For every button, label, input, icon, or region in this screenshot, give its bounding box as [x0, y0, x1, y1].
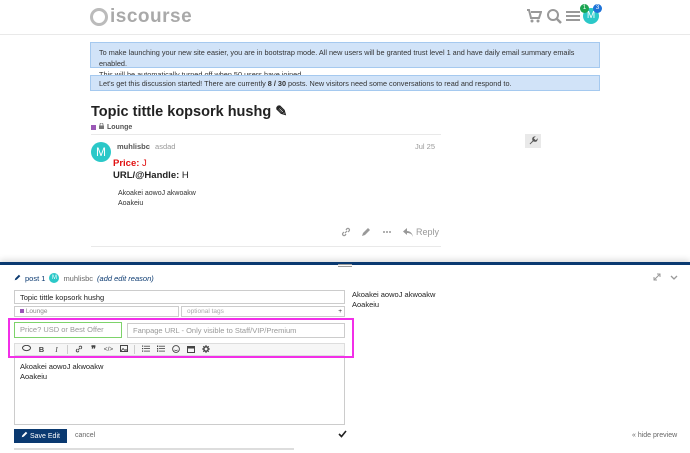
link-icon[interactable]	[341, 227, 351, 239]
cancel-link[interactable]: cancel	[75, 432, 95, 439]
post-price: Price: J	[113, 158, 147, 169]
cart-icon[interactable]	[525, 8, 543, 26]
post-ref-link[interactable]: post 1	[25, 274, 45, 283]
hamburger-icon[interactable]	[564, 8, 582, 26]
composer-resize-grip[interactable]	[338, 264, 352, 267]
logo-mark-icon	[90, 8, 108, 26]
collapse-chevron-icon[interactable]	[670, 273, 678, 283]
post-author[interactable]: muhlisbc asdad	[117, 142, 175, 151]
add-edit-reason-link[interactable]: (add edit reason)	[97, 274, 154, 283]
discussion-banner: Let's get this discussion started! There…	[90, 75, 600, 91]
checkmark-icon	[338, 430, 347, 440]
composer-window-controls	[653, 273, 678, 283]
site-logo[interactable]: iscourse	[90, 6, 192, 28]
title-input[interactable]: Topic tittle kopsork hushg	[14, 290, 345, 304]
wrench-icon[interactable]	[525, 134, 541, 148]
mini-avatar: M	[49, 273, 60, 283]
lock-icon	[99, 122, 104, 131]
category-swatch	[20, 309, 24, 313]
topic-category[interactable]: Lounge	[91, 122, 132, 131]
editor-textarea[interactable]: Akoakei aowoJ akwoakw Aoakeiu	[14, 357, 345, 425]
reply-arrow-icon	[403, 227, 413, 237]
fullscreen-icon[interactable]	[653, 273, 664, 283]
search-icon[interactable]	[545, 8, 563, 26]
save-edit-button[interactable]: Save Edit	[14, 429, 67, 443]
post-divider	[91, 134, 441, 135]
edit-icon[interactable]	[361, 227, 371, 239]
bootstrap-banner: To make launching your new site easier, …	[90, 42, 600, 79]
pencil-icon	[21, 431, 30, 440]
post-date[interactable]: Jul 25	[415, 142, 435, 151]
pencil-icon	[14, 274, 21, 283]
highlight-annotation-box	[8, 318, 354, 358]
category-color-swatch	[91, 124, 96, 130]
more-icon[interactable]	[382, 227, 392, 239]
hide-preview-link[interactable]: « hide preview	[632, 432, 677, 439]
composer-reply-to: post 1 M muhlisbc (add edit reason)	[14, 273, 154, 283]
post-bottom-divider	[91, 246, 441, 247]
composer-preview: Akoakei aowoJ akwoakw Aoakeiu	[352, 290, 436, 309]
category-select[interactable]: Lounge	[14, 306, 179, 317]
notification-badge-blue: 3	[593, 4, 602, 13]
tags-input[interactable]: optional tags +	[181, 306, 345, 317]
reply-button[interactable]: Reply	[403, 227, 439, 237]
topic-title: Topic tittle kopsork hushg ✎	[91, 104, 288, 120]
post-url-handle: URL/@Handle: H	[113, 170, 189, 181]
add-tag-plus-icon[interactable]: +	[338, 307, 342, 316]
post-avatar[interactable]: M	[91, 142, 111, 162]
notification-badge-green: 1	[580, 4, 589, 13]
post-body: Akoakei aowoJ akwoakw Aoakeiu	[118, 190, 196, 207]
edit-pencil-icon[interactable]: ✎	[275, 104, 287, 120]
